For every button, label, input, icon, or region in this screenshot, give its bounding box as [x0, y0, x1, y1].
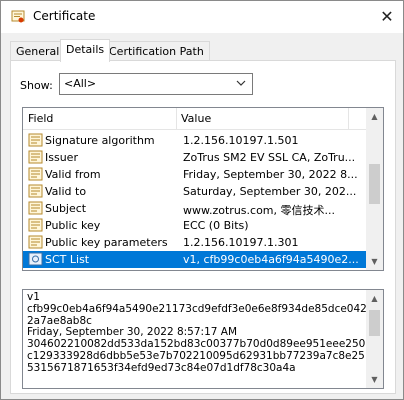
list-item[interactable]: Public key parameters 1.2.156.10197.1.301	[23, 234, 367, 251]
field-value-text: v1 cfb99c0eb4a6f94a5490e21173cd9efdf3e0e6…	[27, 291, 367, 375]
tab-certification-path-label: Certification Path	[109, 45, 204, 58]
show-dropdown[interactable]: <All>	[59, 73, 253, 95]
column-divider[interactable]	[176, 108, 177, 130]
list-item[interactable]: Valid to Saturday, September 30, 202...	[23, 183, 367, 200]
field-name: Public key parameters	[45, 236, 168, 249]
list-item[interactable]: Issuer ZoTrus SM2 EV SSL CA, ZoTru...	[23, 149, 367, 166]
scroll-down-icon[interactable]: ▼	[366, 371, 383, 388]
certificate-field-icon	[28, 235, 43, 249]
field-value-textbox[interactable]: v1 cfb99c0eb4a6f94a5490e21173cd9efdf3e0e6…	[22, 289, 384, 389]
scroll-down-icon[interactable]: ▼	[366, 253, 383, 270]
close-icon: ✕	[380, 7, 394, 26]
field-value: ECC (0 Bits)	[183, 219, 249, 232]
list-item[interactable]: Valid from Friday, September 30, 2022 8..…	[23, 166, 367, 183]
tab-general[interactable]: General	[10, 41, 66, 61]
field-name: Valid from	[45, 168, 101, 181]
scroll-up-icon[interactable]: ▲	[366, 108, 383, 125]
field-name: Issuer	[45, 151, 78, 164]
field-name: Signature algorithm	[45, 134, 155, 147]
certificate-field-icon	[28, 150, 43, 164]
certificate-field-icon	[28, 201, 43, 215]
list-item[interactable]: Subject www.zotrus.com, 零信技术...	[23, 200, 367, 217]
close-button[interactable]: ✕	[377, 7, 397, 27]
tab-general-label: General	[16, 45, 60, 58]
tab-certification-path[interactable]: Certification Path	[103, 41, 210, 61]
show-dropdown-value: <All>	[64, 77, 97, 90]
certificate-field-icon	[28, 167, 43, 181]
list-item[interactable]: Signature algorithm 1.2.156.10197.1.501	[23, 132, 367, 149]
list-item[interactable]: Public key ECC (0 Bits)	[23, 217, 367, 234]
column-divider[interactable]	[348, 108, 349, 130]
scroll-thumb[interactable]	[369, 164, 380, 204]
chevron-down-icon	[236, 80, 246, 86]
column-header-value[interactable]: Value	[181, 112, 211, 125]
scroll-up-icon[interactable]: ▲	[366, 290, 383, 307]
detail-scrollbar[interactable]: ▲ ▼	[366, 290, 383, 388]
listview-rows: Signature algorithm 1.2.156.10197.1.501 Is…	[23, 132, 367, 268]
certificate-field-icon	[28, 133, 43, 147]
certificate-field-icon	[28, 218, 43, 232]
scroll-thumb[interactable]	[369, 310, 380, 336]
field-name: Public key	[45, 219, 101, 232]
field-value: 1.2.156.10197.1.301	[183, 236, 299, 249]
show-label: Show:	[20, 79, 53, 92]
details-panel: Show: <All> Field Value Signature algori…	[10, 60, 396, 394]
list-item[interactable]: SCT List v1, cfb99c0eb4a6f94a5490e2...	[23, 251, 367, 268]
field-value: v1, cfb99c0eb4a6f94a5490e2...	[183, 253, 359, 266]
field-value: Friday, September 30, 2022 8...	[183, 168, 358, 181]
list-scrollbar[interactable]: ▲ ▼	[366, 108, 383, 270]
field-name: Valid to	[45, 185, 87, 198]
certificate-field-icon	[28, 184, 43, 198]
certificate-dialog: Certificate ✕ General Details Certificat…	[0, 0, 404, 400]
value-line: cfb99c0eb4a6f94a5490e21173cd9efdf3e0e6e8…	[27, 302, 367, 327]
window-title: Certificate	[33, 9, 96, 23]
field-value: ZoTrus SM2 EV SSL CA, ZoTru...	[183, 151, 356, 164]
field-value: Saturday, September 30, 202...	[183, 185, 357, 198]
value-line: 30460221008​2dd533da152bd83c00377b70d0d8…	[27, 338, 366, 374]
title-bar: Certificate ✕	[1, 1, 403, 33]
tab-details-label: Details	[66, 43, 105, 56]
tab-details[interactable]: Details	[60, 39, 111, 62]
field-value: 1.2.156.10197.1.501	[183, 134, 299, 147]
field-name: Subject	[45, 202, 87, 215]
fields-listview[interactable]: Field Value Signature algorithm 1.2.156.1…	[22, 107, 384, 271]
listview-header: Field Value	[23, 108, 367, 130]
column-header-field[interactable]: Field	[28, 112, 53, 125]
field-value: www.zotrus.com, 零信技术...	[183, 204, 335, 217]
field-name: SCT List	[45, 253, 90, 266]
sct-extension-icon	[28, 252, 43, 266]
certificate-icon	[11, 10, 25, 23]
